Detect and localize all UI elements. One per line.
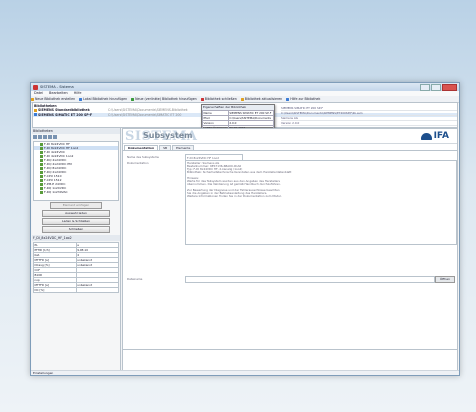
close-library-icon	[200, 97, 204, 101]
title-bar: SISTEMA - Sistema	[31, 83, 459, 91]
subsystem-banner: SISTEMA Subsystem IFA	[123, 129, 457, 144]
load-and-close-button[interactable]: Laden & Schließen	[42, 218, 110, 225]
documentation-textarea[interactable]: Hersteller: Siemens AG Bestellnummer: 6E…	[185, 160, 457, 245]
message-panel	[122, 349, 458, 371]
property-key: DC [%]	[33, 287, 77, 293]
search-icon[interactable]	[48, 135, 52, 139]
element-icon	[40, 170, 43, 174]
popup-value: C:\Users\SISTEMA\Documents	[227, 114, 275, 121]
add-linked-library-button[interactable]: Neue (verlinkte) Bibliothek hinzufügen	[131, 97, 197, 101]
refresh-icon	[240, 97, 244, 101]
library-icon	[34, 113, 37, 117]
minimize-button[interactable]	[420, 84, 430, 91]
subsystem-name-label: Name des Subsystems	[127, 155, 159, 159]
sort-icon[interactable]	[53, 135, 57, 139]
tab-documentation[interactable]: Dokumentation	[124, 145, 159, 150]
filename-field[interactable]	[185, 276, 435, 283]
element-icon	[40, 146, 43, 150]
element-icon	[40, 174, 43, 178]
selected-element-title: F_DI_8x24VDC_HF_1oo2	[32, 235, 120, 241]
element-icon	[40, 186, 43, 190]
detail-line: Version 2.0.0	[281, 121, 457, 126]
ifa-logo: IFA	[420, 131, 449, 141]
documentation-label: Dokumentation	[127, 161, 149, 165]
element-icon	[40, 162, 43, 166]
library-help-button[interactable]: Hilfe zur Bibliothek	[286, 97, 320, 101]
property-row: DC [%]	[33, 287, 120, 293]
popup-value: SIEMENS SIMATIC ET 200 SP-F	[227, 109, 275, 116]
element-tree: F-DI 8x24VDC HF F-DI 8x24VDC HF 1oo2 F-D…	[33, 141, 119, 201]
new-library-button[interactable]: Neue Bibliothek erstellen	[31, 97, 75, 101]
ifa-logo-icon	[420, 132, 432, 140]
open-file-button[interactable]: Öffnen	[435, 276, 455, 283]
element-icon	[40, 142, 43, 146]
tab-sb[interactable]: SB	[159, 145, 172, 150]
window-title: SISTEMA - Sistema	[40, 85, 74, 89]
element-icon	[40, 158, 43, 162]
library-details: SIEMENS SIMATIC ET 200 SP-F C:\Users\SIS…	[281, 106, 457, 126]
filter-icon[interactable]	[43, 135, 47, 139]
property-value	[75, 287, 120, 293]
element-properties-table: PL e PFHD [1/h] 9,0E-10 Kat. 4 MTTFD [a] unb…	[33, 242, 120, 293]
load-selection-button[interactable]: Auswahl laden	[42, 210, 110, 217]
help-icon	[286, 97, 290, 101]
documentation-form: Name des Subsystems F-DI 8x24VDC HF 1oo2…	[123, 151, 457, 341]
application-window: SISTEMA - Sistema Datei Bearbeiten Hilfe…	[30, 82, 460, 376]
tree-item[interactable]: F-RQ 1x230VAC	[34, 190, 118, 194]
element-icon	[40, 178, 43, 182]
subsystem-editor: SISTEMA Subsystem IFA Dokumentation SB E…	[122, 128, 458, 350]
close-panel-button[interactable]: Schließen	[42, 226, 110, 233]
close-button[interactable]	[442, 84, 457, 91]
refresh-library-button[interactable]: Bibliothek aktualisieren	[240, 97, 282, 101]
library-icon	[34, 108, 37, 112]
panel-toolbar	[32, 134, 120, 140]
element-icon	[40, 182, 43, 186]
page-title: Subsystem	[143, 131, 193, 140]
doc-line: Weitere Informationen finden Sie in der …	[187, 194, 282, 199]
tab-elements[interactable]: Elemente	[172, 145, 195, 150]
library-browser-panel: Bibliotheken F-DI 8x24VDC HF F-DI 8x24VD…	[32, 128, 121, 372]
element-icon	[40, 166, 43, 170]
status-bar: Einstellungen	[31, 370, 459, 375]
element-icon	[40, 154, 43, 158]
maximize-button[interactable]	[431, 84, 441, 91]
app-icon	[33, 84, 38, 90]
filename-label: Dateiname	[127, 277, 143, 281]
collapse-icon[interactable]	[38, 135, 42, 139]
library-properties-popup: Eigenschaften der Bibliothek Name SIEMENS…	[201, 104, 275, 131]
new-library-icon	[31, 97, 34, 101]
add-linked-icon	[131, 97, 135, 101]
add-local-library-button[interactable]: Lokal Bibliothek hinzufügen	[79, 97, 127, 101]
element-icon	[40, 190, 43, 194]
expand-icon[interactable]	[33, 135, 37, 139]
element-icon	[40, 150, 43, 154]
close-library-button[interactable]: Bibliothek schließen	[200, 97, 237, 101]
add-local-icon	[79, 97, 83, 101]
insert-element-button[interactable]: Element einfügen	[50, 202, 102, 209]
